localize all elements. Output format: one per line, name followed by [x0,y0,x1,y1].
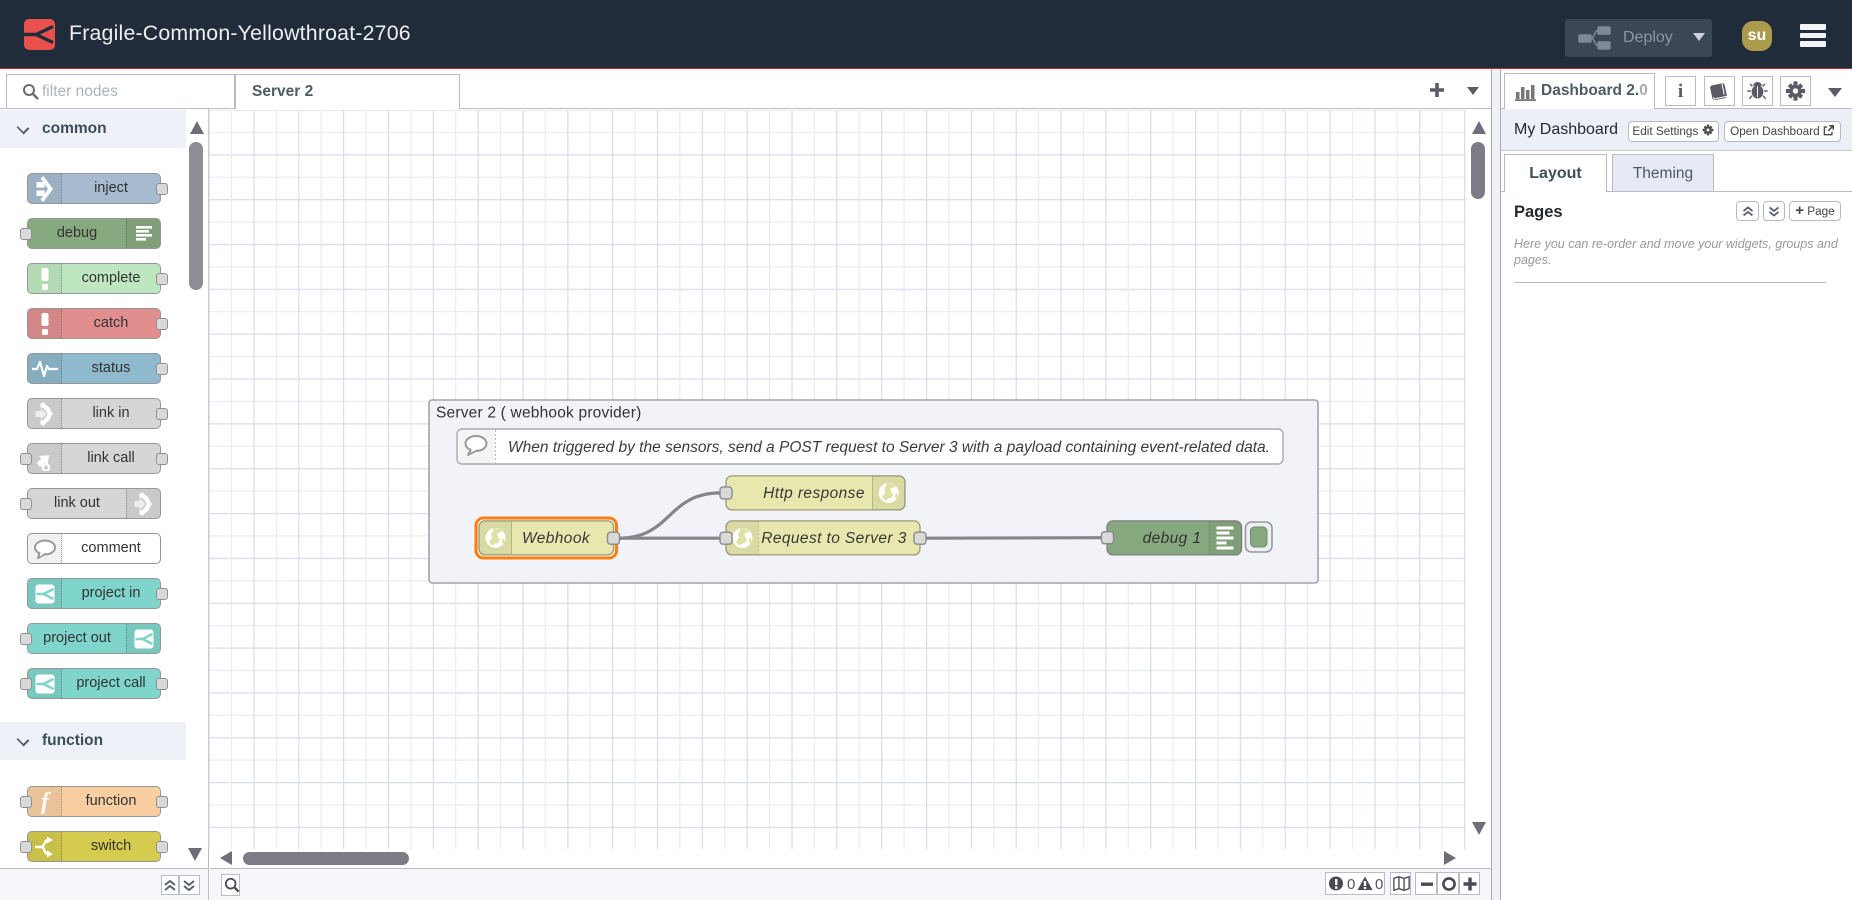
svg-text:i: i [1678,81,1683,102]
svg-text:Request to Server 3: Request to Server 3 [761,530,906,547]
svg-text:0: 0 [1347,876,1355,892]
svg-text:debug 1: debug 1 [1143,530,1202,547]
svg-text:0: 0 [1375,876,1383,892]
svg-text:When triggered by the sensors,: When triggered by the sensors, send a PO… [508,439,1270,456]
svg-text:Webhook: Webhook [522,530,591,547]
svg-text:Server 2 ( webhook provider): Server 2 ( webhook provider) [436,405,641,422]
svg-text:Http response: Http response [763,485,865,502]
svg-text:f: f [41,790,51,814]
